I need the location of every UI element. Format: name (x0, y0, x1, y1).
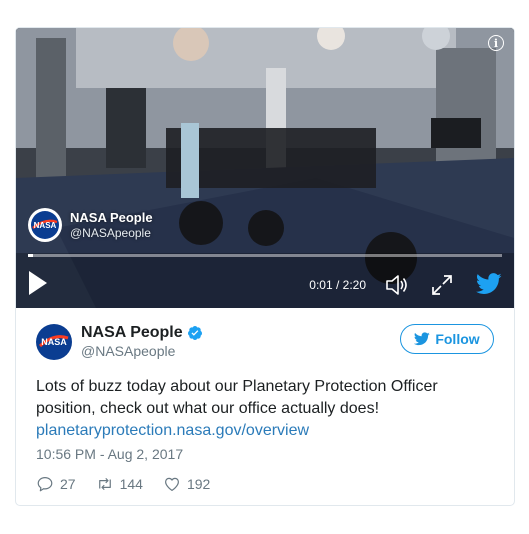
video-overlay-name: NASA People (70, 209, 153, 225)
tweet-link[interactable]: planetaryprotection.nasa.gov/overview (36, 422, 309, 439)
like-button[interactable]: 192 (163, 475, 210, 493)
tweet-card: i NASA NASA People @NASApeople 0:01 / 2:… (15, 27, 515, 506)
twitter-bird-icon (414, 332, 431, 346)
avatar: NASA (28, 208, 62, 242)
reply-icon (37, 477, 53, 492)
video-overlay-author: NASA NASA People @NASApeople (28, 208, 153, 242)
reply-count: 27 (60, 476, 76, 492)
video-progress-bar[interactable] (28, 254, 502, 257)
author-name[interactable]: NASA People (81, 323, 183, 343)
verified-icon (187, 326, 202, 340)
avatar[interactable]: NASA (36, 323, 72, 360)
author-handle[interactable]: @NASApeople (81, 343, 203, 360)
tweet-timestamp[interactable]: 10:56 PM - Aug 2, 2017 (36, 446, 183, 462)
volume-icon[interactable] (384, 272, 410, 298)
tweet-body: Lots of buzz today about our Planetary P… (36, 378, 438, 417)
info-icon[interactable]: i (488, 35, 504, 51)
svg-text:NASA: NASA (34, 221, 57, 230)
like-icon (164, 477, 179, 491)
video-overlay-handle: @NASApeople (70, 225, 151, 240)
video-controls: 0:01 / 2:20 (16, 264, 514, 304)
retweet-icon (98, 477, 111, 491)
tweet-author[interactable]: NASA NASA People @NASApeople (36, 323, 203, 360)
video-time: 0:01 / 2:20 (309, 278, 366, 292)
video-player[interactable]: i NASA NASA People @NASApeople 0:01 / 2:… (16, 28, 514, 308)
like-count: 192 (186, 476, 211, 492)
tweet-text: Lots of buzz today about our Planetary P… (36, 376, 496, 442)
retweet-button[interactable]: 144 (96, 475, 143, 493)
retweet-count: 144 (119, 476, 143, 492)
svg-text:NASA: NASA (41, 337, 67, 347)
play-icon[interactable] (26, 268, 50, 298)
reply-button[interactable]: 27 (36, 475, 76, 493)
follow-button[interactable]: Follow (400, 324, 494, 354)
twitter-bird-icon[interactable] (476, 272, 502, 296)
follow-label: Follow (435, 331, 480, 347)
video-progress-fill (28, 254, 33, 257)
fullscreen-icon[interactable] (430, 273, 454, 297)
tweet-actions: 27 144 192 (36, 475, 230, 493)
nasa-logo-icon: NASA (37, 324, 71, 359)
nasa-logo-icon: NASA (31, 211, 59, 239)
